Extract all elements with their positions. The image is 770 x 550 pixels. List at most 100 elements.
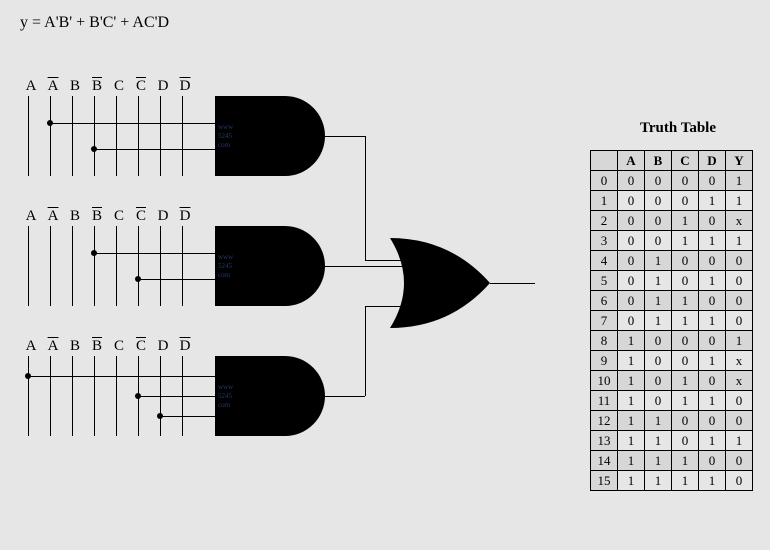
input-rail bbox=[138, 96, 139, 176]
table-cell: 0 bbox=[618, 271, 645, 291]
table-cell: 0 bbox=[645, 171, 672, 191]
table-cell: 0 bbox=[726, 471, 753, 491]
wire bbox=[325, 396, 365, 397]
rail-label: A bbox=[20, 78, 42, 95]
row-index-cell: 13 bbox=[591, 431, 618, 451]
table-cell: 0 bbox=[672, 191, 699, 211]
output-wire bbox=[490, 283, 535, 284]
rail-label: D bbox=[152, 78, 174, 95]
table-cell: 1 bbox=[618, 391, 645, 411]
table-cell: 0 bbox=[618, 211, 645, 231]
rail-label: A bbox=[20, 208, 42, 225]
table-row: 1311011 bbox=[591, 431, 753, 451]
table-cell: 1 bbox=[618, 371, 645, 391]
row-index-cell: 3 bbox=[591, 231, 618, 251]
truth-table: ABCDY00000110001120010x30011140100050101… bbox=[590, 150, 753, 491]
rail-label: C bbox=[108, 208, 130, 225]
table-row: 1511110 bbox=[591, 471, 753, 491]
watermark-text: 5245 bbox=[218, 393, 232, 400]
watermark-text: com bbox=[218, 272, 230, 279]
input-rail bbox=[72, 356, 73, 436]
and-gate-2: www5245com bbox=[215, 226, 325, 306]
rail-label: A bbox=[42, 78, 64, 95]
rail-label: B bbox=[64, 78, 86, 95]
watermark-text: com bbox=[218, 142, 230, 149]
table-cell: 1 bbox=[726, 191, 753, 211]
table-cell: 1 bbox=[726, 171, 753, 191]
table-cell: 1 bbox=[699, 471, 726, 491]
table-row: 91001x bbox=[591, 351, 753, 371]
table-cell: 0 bbox=[726, 411, 753, 431]
row-index-cell: 15 bbox=[591, 471, 618, 491]
table-cell: 0 bbox=[672, 171, 699, 191]
watermark-text: www bbox=[218, 384, 233, 391]
wire bbox=[365, 136, 366, 260]
table-cell: 1 bbox=[726, 231, 753, 251]
row-index-cell: 6 bbox=[591, 291, 618, 311]
table-cell: 0 bbox=[699, 211, 726, 231]
table-cell: 1 bbox=[645, 311, 672, 331]
rail-label: B bbox=[86, 78, 108, 95]
table-cell: 0 bbox=[672, 251, 699, 271]
rail-label: D bbox=[152, 208, 174, 225]
table-cell: 0 bbox=[618, 311, 645, 331]
table-cell: 0 bbox=[645, 191, 672, 211]
table-cell: 0 bbox=[699, 371, 726, 391]
row-index-cell: 14 bbox=[591, 451, 618, 471]
watermark-text: com bbox=[218, 402, 230, 409]
table-cell: 0 bbox=[645, 371, 672, 391]
input-rail bbox=[72, 226, 73, 306]
table-cell: 0 bbox=[672, 331, 699, 351]
row-index-cell: 5 bbox=[591, 271, 618, 291]
table-cell: 0 bbox=[618, 251, 645, 271]
table-cell: 0 bbox=[672, 271, 699, 291]
table-row: 401000 bbox=[591, 251, 753, 271]
table-cell: 1 bbox=[672, 291, 699, 311]
input-rail bbox=[94, 96, 95, 176]
rail-label: B bbox=[64, 208, 86, 225]
table-row: 1211000 bbox=[591, 411, 753, 431]
rail-label: D bbox=[152, 338, 174, 355]
input-rail bbox=[116, 96, 117, 176]
rail-label: D bbox=[174, 338, 196, 355]
wire bbox=[325, 136, 365, 137]
row-index-cell: 8 bbox=[591, 331, 618, 351]
row-index-cell: 7 bbox=[591, 311, 618, 331]
table-cell: 1 bbox=[645, 271, 672, 291]
table-cell: 1 bbox=[618, 351, 645, 371]
table-cell: 0 bbox=[645, 351, 672, 371]
wire bbox=[138, 396, 215, 397]
rail-label: D bbox=[174, 208, 196, 225]
rail-label: C bbox=[108, 338, 130, 355]
input-rail bbox=[116, 356, 117, 436]
input-rail bbox=[50, 96, 51, 176]
table-cell: 0 bbox=[699, 331, 726, 351]
input-rail bbox=[50, 356, 51, 436]
table-cell: x bbox=[726, 211, 753, 231]
table-row: 501010 bbox=[591, 271, 753, 291]
rail-label: D bbox=[174, 78, 196, 95]
table-cell: 0 bbox=[618, 191, 645, 211]
table-cell: 0 bbox=[726, 271, 753, 291]
table-row: 701110 bbox=[591, 311, 753, 331]
watermark-text: www bbox=[218, 254, 233, 261]
input-rail bbox=[138, 226, 139, 306]
table-cell: 0 bbox=[645, 231, 672, 251]
table-cell: 0 bbox=[726, 451, 753, 471]
table-cell: 0 bbox=[645, 391, 672, 411]
table-cell: 1 bbox=[726, 431, 753, 451]
rail-header: AABBCCDD bbox=[20, 338, 196, 355]
rail-label: C bbox=[130, 208, 152, 225]
table-cell: 0 bbox=[618, 231, 645, 251]
table-cell: 0 bbox=[618, 291, 645, 311]
table-cell: 1 bbox=[672, 391, 699, 411]
rail-header: AABBCCDD bbox=[20, 78, 196, 95]
table-cell: 1 bbox=[672, 311, 699, 331]
table-cell: x bbox=[726, 351, 753, 371]
table-cell: x bbox=[726, 371, 753, 391]
wire bbox=[94, 149, 215, 150]
and-gate-3: www 5245 com bbox=[215, 356, 325, 436]
row-index-cell: 12 bbox=[591, 411, 618, 431]
input-rail bbox=[94, 226, 95, 306]
wire bbox=[28, 376, 215, 377]
